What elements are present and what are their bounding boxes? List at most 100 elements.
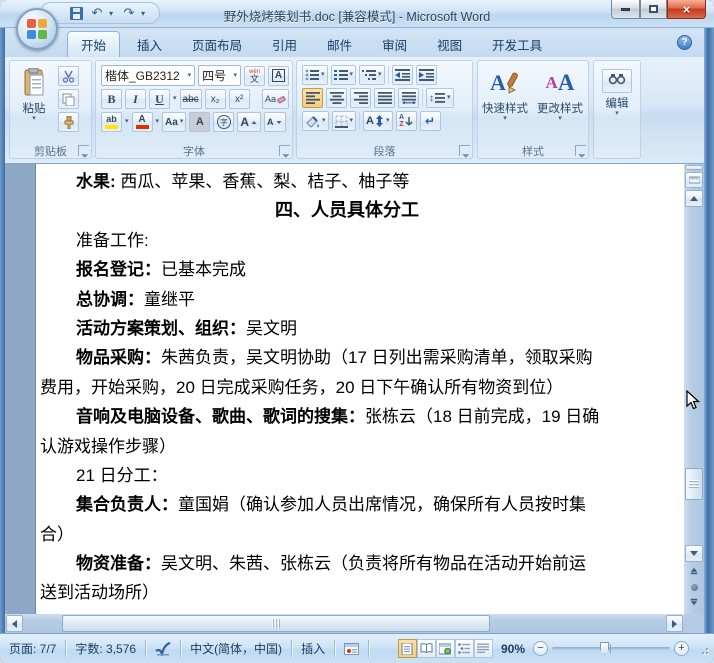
text-highlight-button[interactable]: ab (101, 112, 122, 132)
language-indicator[interactable]: 中文(简体，中国) (181, 634, 291, 663)
font-name-select[interactable]: 楷体_GB2312 ▾ (101, 65, 196, 86)
clear-formatting-button[interactable]: Aa (261, 89, 289, 109)
copy-button[interactable] (58, 89, 79, 109)
office-button[interactable] (16, 8, 58, 50)
align-left-button[interactable] (302, 88, 323, 108)
doc-line: 报名登记：已基本完成 (76, 260, 246, 280)
zoom-level[interactable]: 90% (501, 642, 525, 656)
font-dialog-launcher[interactable] (279, 145, 290, 156)
scroll-down-button[interactable] (685, 545, 703, 562)
editing-button[interactable]: 编辑 ▾ (596, 65, 638, 118)
macro-record-button[interactable] (335, 634, 368, 663)
tab-home[interactable]: 开始 (67, 31, 121, 57)
font-color-dropdown-icon[interactable]: ▾ (156, 118, 160, 125)
grow-font-button[interactable]: A (237, 112, 262, 132)
shrink-font-button[interactable]: A (264, 112, 286, 132)
page-indicator[interactable]: 页面: 7/7 (0, 634, 65, 663)
scroll-up-button[interactable] (685, 190, 703, 207)
insert-mode-indicator[interactable]: 插入 (292, 634, 334, 663)
clear-formatting-icon: Aa (264, 94, 276, 104)
underline-button[interactable]: U (149, 89, 170, 109)
numbering-button[interactable]: ▾ (330, 65, 357, 85)
zoom-slider-control: − + (533, 641, 689, 656)
split-handle[interactable] (685, 165, 703, 170)
tab-insert[interactable]: 插入 (124, 31, 175, 57)
tab-page-layout[interactable]: 页面布局 (179, 31, 255, 57)
clipboard-dialog-launcher[interactable] (78, 145, 89, 156)
justify-button[interactable] (374, 88, 395, 108)
paragraph-dialog-launcher[interactable] (459, 145, 470, 156)
font-size-select[interactable]: 四号 ▾ (198, 65, 241, 86)
spell-check-status[interactable] (146, 634, 180, 663)
highlight-dropdown-icon[interactable]: ▾ (125, 118, 129, 125)
change-case-button[interactable]: Aa ▾ (162, 112, 187, 132)
phonetic-guide-button[interactable]: wén 文 (244, 65, 265, 86)
zoom-slider-thumb[interactable] (600, 642, 609, 655)
italic-button[interactable]: I (125, 89, 146, 109)
word-count[interactable]: 字数: 3,576 (66, 634, 145, 663)
strikethrough-button[interactable]: abc (179, 89, 202, 109)
select-browse-object-button[interactable] (685, 580, 703, 594)
enclose-characters-button[interactable]: 字 (213, 112, 235, 132)
draft-view-button[interactable] (473, 639, 493, 658)
character-border-button[interactable]: A (268, 65, 289, 86)
subscript-button[interactable]: x₂ (204, 89, 226, 109)
restore-button[interactable] (640, 0, 667, 19)
tab-view[interactable]: 视图 (424, 31, 475, 57)
vertical-scrollbar[interactable] (684, 164, 704, 614)
sort-button[interactable]: A Z (395, 111, 417, 131)
cut-button[interactable] (58, 66, 79, 86)
superscript-button[interactable]: x² (228, 89, 250, 109)
zoom-out-button[interactable]: − (533, 641, 548, 656)
borders-button[interactable]: ▾ (331, 111, 357, 131)
zoom-slider-track[interactable] (552, 642, 670, 655)
sort-icon: A Z (398, 114, 405, 128)
full-screen-reading-view-button[interactable] (416, 639, 436, 658)
help-icon[interactable]: ? (677, 35, 692, 50)
font-color-button[interactable]: A (131, 112, 153, 132)
bullets-button[interactable]: ▾ (302, 65, 328, 85)
asian-layout-button[interactable]: A ▾ (363, 111, 393, 131)
scroll-left-button[interactable] (6, 615, 23, 632)
multilevel-list-button[interactable]: ▾ (359, 65, 385, 85)
document-page[interactable]: 水果: 西瓜、苹果、香蕉、梨、桔子、柚子等 四、人员具体分工 准备工作: 报名登… (36, 164, 684, 614)
bold-button[interactable]: B (101, 89, 122, 109)
close-button[interactable]: × (667, 0, 706, 19)
character-shading-button[interactable]: A (189, 112, 211, 132)
horizontal-scroll-thumb[interactable] (62, 615, 490, 632)
show-hide-marks-button[interactable]: ↵ (419, 111, 441, 131)
shading-button[interactable]: ▾ (302, 111, 329, 131)
resize-grip[interactable] (698, 644, 708, 654)
next-page-button[interactable] (685, 595, 703, 609)
shading-dropdown-icon: ▾ (322, 117, 326, 124)
multilevel-list-icon (362, 70, 377, 80)
previous-page-button[interactable] (685, 564, 703, 578)
tab-mailings[interactable]: 邮件 (314, 31, 365, 57)
vertical-scroll-thumb[interactable] (685, 468, 703, 500)
minimize-button[interactable] (611, 0, 640, 19)
zoom-in-button[interactable]: + (674, 641, 689, 656)
decrease-indent-icon (394, 69, 410, 81)
underline-dropdown-icon[interactable]: ▾ (173, 95, 177, 102)
align-center-button[interactable] (326, 88, 347, 108)
web-layout-view-button[interactable] (435, 639, 455, 658)
view-ruler-button[interactable] (685, 172, 703, 188)
quick-styles-button[interactable]: A 快速样式 ▾ (480, 64, 530, 123)
paste-button[interactable]: 粘贴 ▾ (14, 64, 54, 132)
decrease-indent-button[interactable] (391, 65, 413, 85)
scroll-right-button[interactable] (666, 615, 683, 632)
outline-view-button[interactable] (454, 639, 474, 658)
distribute-button[interactable] (398, 88, 419, 108)
print-layout-view-button[interactable] (397, 639, 417, 658)
tab-review[interactable]: 审阅 (369, 31, 420, 57)
numbering-icon (333, 70, 348, 80)
change-styles-button[interactable]: A A 更改样式 ▾ (534, 64, 586, 123)
align-right-button[interactable] (350, 88, 371, 108)
line-spacing-button[interactable]: ↕ ▾ (426, 88, 454, 108)
styles-dialog-launcher[interactable] (575, 145, 586, 156)
tab-references[interactable]: 引用 (259, 31, 310, 57)
increase-indent-button[interactable] (415, 65, 437, 85)
tab-developer[interactable]: 开发工具 (479, 31, 555, 57)
horizontal-scrollbar[interactable] (5, 614, 684, 633)
format-painter-button[interactable] (58, 112, 79, 132)
